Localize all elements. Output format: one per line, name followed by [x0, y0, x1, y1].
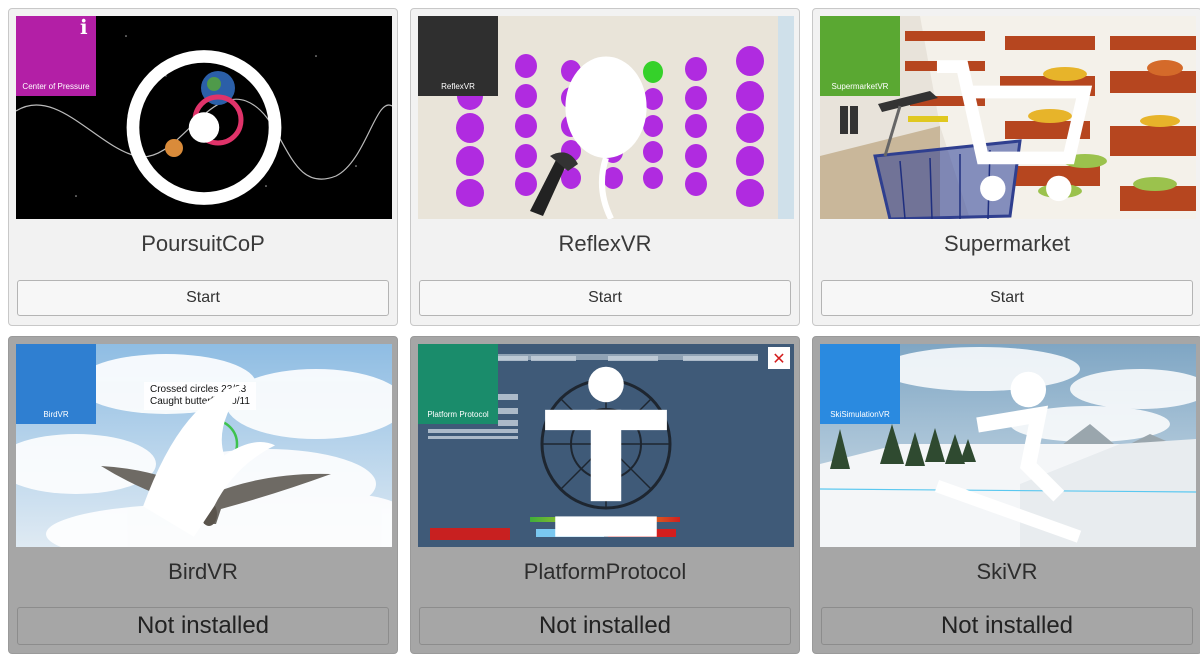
badge-label: ReflexVR: [441, 82, 475, 91]
game-thumbnail: SkiSimulationVR: [820, 344, 1196, 547]
game-title: ReflexVR: [558, 231, 652, 256]
game-badge: SupermarketVR: [820, 16, 1093, 202]
game-thumbnail: Center of Pressure ℹ: [16, 16, 392, 219]
skier-icon: [820, 354, 1082, 547]
cart-icon: [820, 26, 1093, 219]
badge-label: Platform Protocol: [427, 410, 489, 419]
not-installed-button[interactable]: Not installed: [821, 607, 1193, 645]
game-badge: ReflexVR: [418, 16, 647, 219]
game-title: Supermarket: [944, 231, 1070, 256]
bird-icon: [16, 354, 276, 547]
game-card-skivr: SkiSimulationVR SkiVR Not installed: [812, 336, 1200, 654]
game-badge: Platform Protocol: [418, 344, 667, 537]
game-card-birdvr: Crossed circles 23/23 Caught butterflies…: [8, 336, 398, 654]
game-card-supermarket: SupermarketVR Supermarket Start: [812, 8, 1200, 326]
badge-label: Center of Pressure: [22, 82, 90, 91]
game-thumbnail: Crossed circles 23/23 Caught butterflies…: [16, 344, 392, 547]
game-thumbnail: ✕ Platform Protocol: [418, 344, 794, 547]
game-card-reflexvr: ReflexVR ReflexVR Start: [410, 8, 800, 326]
game-badge: BirdVR: [16, 344, 276, 537]
game-grid: Center of Pressure ℹ PoursuitCoP Start R…: [8, 8, 1200, 654]
game-card-platformprotocol: ✕ Platform Protocol PlatformProtocol Not…: [410, 336, 800, 654]
badge-label: SupermarketVR: [831, 82, 889, 91]
game-card-poursuitcop: Center of Pressure ℹ PoursuitCoP Start: [8, 8, 398, 326]
start-button[interactable]: Start: [17, 280, 389, 316]
start-button[interactable]: Start: [821, 280, 1193, 316]
info-icon: ℹ: [80, 17, 88, 39]
badge-label: SkiSimulationVR: [830, 410, 890, 419]
game-title: PlatformProtocol: [523, 559, 687, 584]
game-title: PoursuitCoP: [141, 231, 265, 256]
start-button[interactable]: Start: [419, 280, 791, 316]
not-installed-button[interactable]: Not installed: [17, 607, 389, 645]
game-thumbnail: SupermarketVR: [820, 16, 1196, 219]
balloon-icon: [418, 26, 647, 219]
person-icon: [418, 354, 667, 547]
game-badge: SkiSimulationVR: [820, 344, 1082, 543]
game-thumbnail: ReflexVR: [418, 16, 794, 219]
not-installed-button[interactable]: Not installed: [419, 607, 791, 645]
target-icon: [16, 26, 282, 219]
badge-label: BirdVR: [43, 410, 69, 419]
game-title: SkiVR: [976, 559, 1038, 584]
game-title: BirdVR: [168, 559, 238, 584]
